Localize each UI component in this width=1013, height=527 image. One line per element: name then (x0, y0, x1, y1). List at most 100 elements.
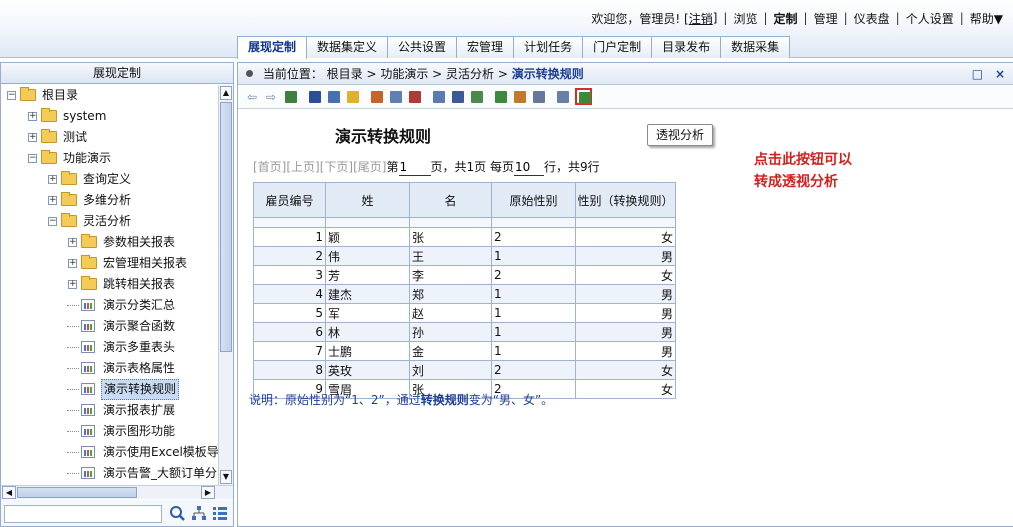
tree-item-label: 功能演示 (63, 151, 112, 165)
scroll-up-icon[interactable]: ▲ (220, 86, 232, 100)
pager-next[interactable]: [下页] (320, 160, 353, 174)
left-panel-footer (1, 500, 233, 526)
expand-icon[interactable]: + (68, 238, 77, 247)
expand-icon[interactable]: + (68, 280, 77, 289)
expand-icon[interactable]: + (68, 259, 77, 268)
nav-customize[interactable]: 定制 (774, 10, 798, 27)
params-icon[interactable] (430, 88, 447, 105)
tree-item[interactable]: 演示分类汇总 (1, 295, 218, 316)
tree-item-label: 演示分类汇总 (103, 298, 176, 312)
folder-icon (81, 276, 97, 290)
table-cell: 1 (491, 341, 576, 361)
tree-search-input[interactable] (4, 505, 162, 523)
tree-item[interactable]: − 功能演示 (1, 148, 218, 169)
tree-item[interactable]: 演示多重表头 (1, 337, 218, 358)
properties-icon[interactable] (554, 88, 571, 105)
tab-portal-customize[interactable]: 门户定制 (582, 36, 653, 58)
tree-horizontal-scrollbar[interactable]: ◀ ▶ (1, 485, 233, 499)
tab-catalog-publish[interactable]: 目录发布 (651, 36, 722, 58)
nav-personal-settings[interactable]: 个人设置 (906, 10, 954, 27)
chart-icon[interactable] (368, 88, 385, 105)
refresh-icon[interactable] (282, 88, 299, 105)
tab-dataset-definition[interactable]: 数据集定义 (306, 36, 389, 58)
logout-link[interactable]: 注销 (689, 10, 713, 27)
tree-item[interactable]: 演示使用Excel模板导 (1, 442, 218, 463)
expand-icon[interactable]: + (28, 112, 37, 121)
collapse-icon[interactable]: − (48, 217, 57, 226)
report-title: 演示转换规则 (335, 127, 432, 146)
table-cell: 6 (253, 322, 326, 342)
scroll-left-icon[interactable]: ◀ (2, 486, 16, 499)
tree-item[interactable]: + 跳转相关报表 (1, 274, 218, 295)
tree-item[interactable]: + 多维分析 (1, 190, 218, 211)
report-note: 说明：原始性别为“1、2”，通过转换规则变为“男、女”。 (249, 391, 553, 408)
search-icon[interactable] (168, 504, 186, 522)
excel-icon[interactable] (492, 88, 509, 105)
tab-data-collection[interactable]: 数据采集 (720, 36, 791, 58)
expand-icon[interactable]: + (48, 175, 57, 184)
tree-item[interactable]: − 灵活分析 (1, 211, 218, 232)
forward-icon[interactable]: ⇨ (263, 88, 280, 105)
folder-icon (61, 213, 77, 227)
maximize-icon[interactable]: □ (972, 63, 983, 85)
nav-manage[interactable]: 管理 (814, 10, 838, 27)
save-icon[interactable] (306, 88, 323, 105)
tree-vertical-scrollbar[interactable]: ▲ ▼ (218, 85, 233, 485)
pager-last[interactable]: [尾页] (353, 160, 386, 174)
tab-macro-management[interactable]: 宏管理 (456, 36, 515, 58)
tree-item[interactable]: + 查询定义 (1, 169, 218, 190)
welcome-text: 欢迎您，管理员! [ (591, 11, 689, 26)
table-cell: 2 (491, 265, 576, 285)
left-panel: 展现定制 − 根目录 + system + 测试 − 功能演示 + 查询定义 + 多维分析 − 灵活分析 +… (0, 62, 234, 527)
nav-help[interactable]: 帮助▼ (970, 10, 1003, 27)
back-icon[interactable]: ⇦ (244, 88, 261, 105)
table-cell: 男 (575, 303, 676, 323)
import-icon[interactable] (511, 88, 528, 105)
nav-dashboard[interactable]: 仪表盘 (854, 10, 890, 27)
sort-icon[interactable] (406, 88, 423, 105)
tree-item[interactable]: − 根目录 (1, 85, 218, 106)
tree-structure-icon[interactable] (190, 504, 208, 522)
list-view-icon[interactable] (211, 504, 229, 522)
sum-icon[interactable] (449, 88, 466, 105)
tree-item[interactable]: 演示报表扩展 (1, 400, 218, 421)
tree-item[interactable]: 演示告警_大额订单分 (1, 463, 218, 484)
table-props-icon[interactable] (387, 88, 404, 105)
save-as-icon[interactable] (325, 88, 342, 105)
expand-icon[interactable]: + (28, 133, 37, 142)
tree-item[interactable]: 演示聚合函数 (1, 316, 218, 337)
breadcrumb: 当前位置： 根目录 > 功能演示 > 灵活分析 > 演示转换规则 □ × (238, 63, 1013, 85)
tree-item[interactable]: + system (1, 106, 218, 127)
nav-browse[interactable]: 浏览 (733, 10, 757, 27)
scroll-down-icon[interactable]: ▼ (220, 470, 232, 484)
tree-item[interactable]: + 测试 (1, 127, 218, 148)
tab-common-settings[interactable]: 公共设置 (387, 36, 458, 58)
scroll-right-icon[interactable]: ▶ (201, 486, 215, 499)
tree-item[interactable]: + 参数相关报表 (1, 232, 218, 253)
close-icon[interactable]: × (995, 63, 1005, 85)
collapse-icon[interactable]: − (7, 91, 16, 100)
tree-item[interactable]: 演示转换规则 (1, 379, 218, 400)
page-size-input[interactable] (513, 159, 544, 176)
tree-item[interactable]: 演示表格属性 (1, 358, 218, 379)
collapse-icon[interactable]: − (28, 154, 37, 163)
tree-hscroll-thumb[interactable] (17, 487, 137, 498)
expand-icon[interactable]: + (48, 196, 57, 205)
tree-item[interactable]: 演示图形功能 (1, 421, 218, 442)
export-icon[interactable] (468, 88, 485, 105)
table-cell: 8 (253, 360, 326, 380)
pager-prev[interactable]: [上页] (286, 160, 319, 174)
column-header-employee-id: 雇员编号 (253, 182, 326, 218)
table-cell: 1 (491, 284, 576, 304)
pager-first[interactable]: [首页] (253, 160, 286, 174)
pivot-analysis-icon[interactable] (575, 88, 592, 105)
tree-item[interactable]: + 宏管理相关报表 (1, 253, 218, 274)
tab-display-customize[interactable]: 展现定制 (237, 36, 308, 59)
favorite-icon[interactable] (344, 88, 361, 105)
tree-scroll-thumb[interactable] (220, 102, 232, 352)
table-cell: 男 (575, 341, 676, 361)
tab-scheduled-tasks[interactable]: 计划任务 (513, 36, 584, 58)
print-icon[interactable] (530, 88, 547, 105)
table-cell: 张 (409, 227, 492, 247)
page-number-input[interactable] (398, 159, 431, 176)
